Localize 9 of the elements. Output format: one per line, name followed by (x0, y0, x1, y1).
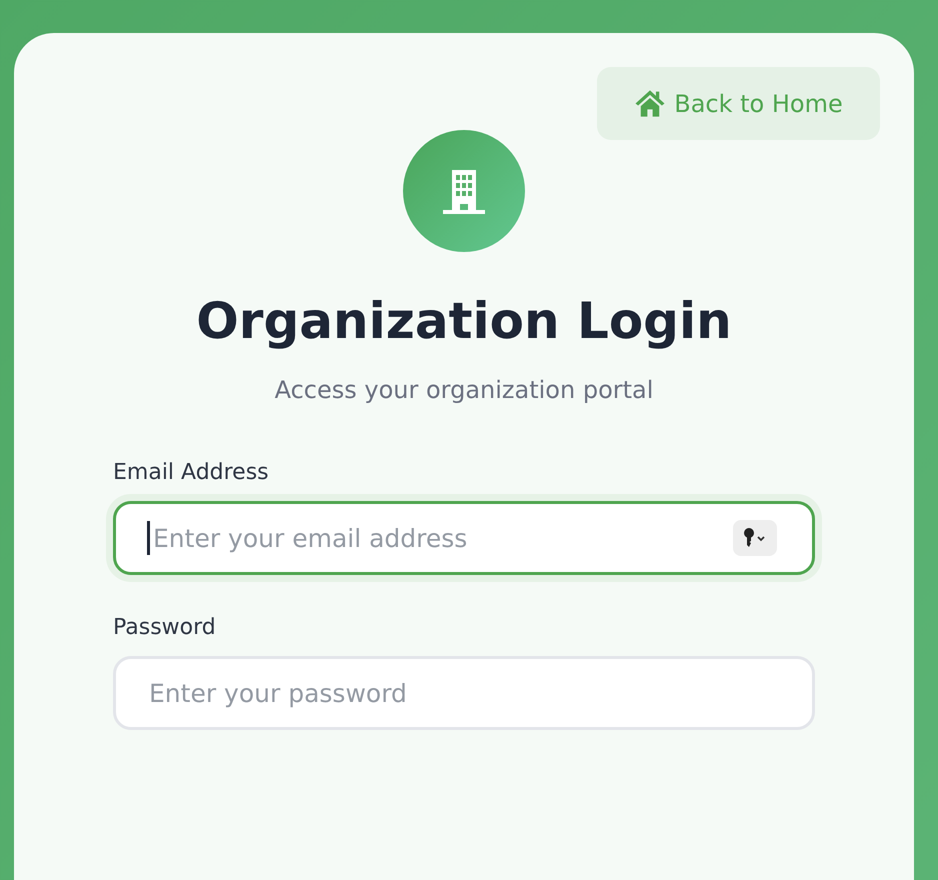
input-field[interactable]: Enter your email address (113, 501, 815, 575)
field-label: Password (113, 615, 216, 640)
page-title: Organization Login (196, 292, 732, 350)
back-to-home-button[interactable]: Back to Home (597, 67, 880, 140)
key-icon[interactable] (733, 520, 777, 556)
text-cursor (147, 521, 150, 555)
page-subtitle: Access your organization portal (274, 376, 654, 404)
home-icon (634, 89, 666, 118)
field-label: Email Address (113, 460, 269, 485)
